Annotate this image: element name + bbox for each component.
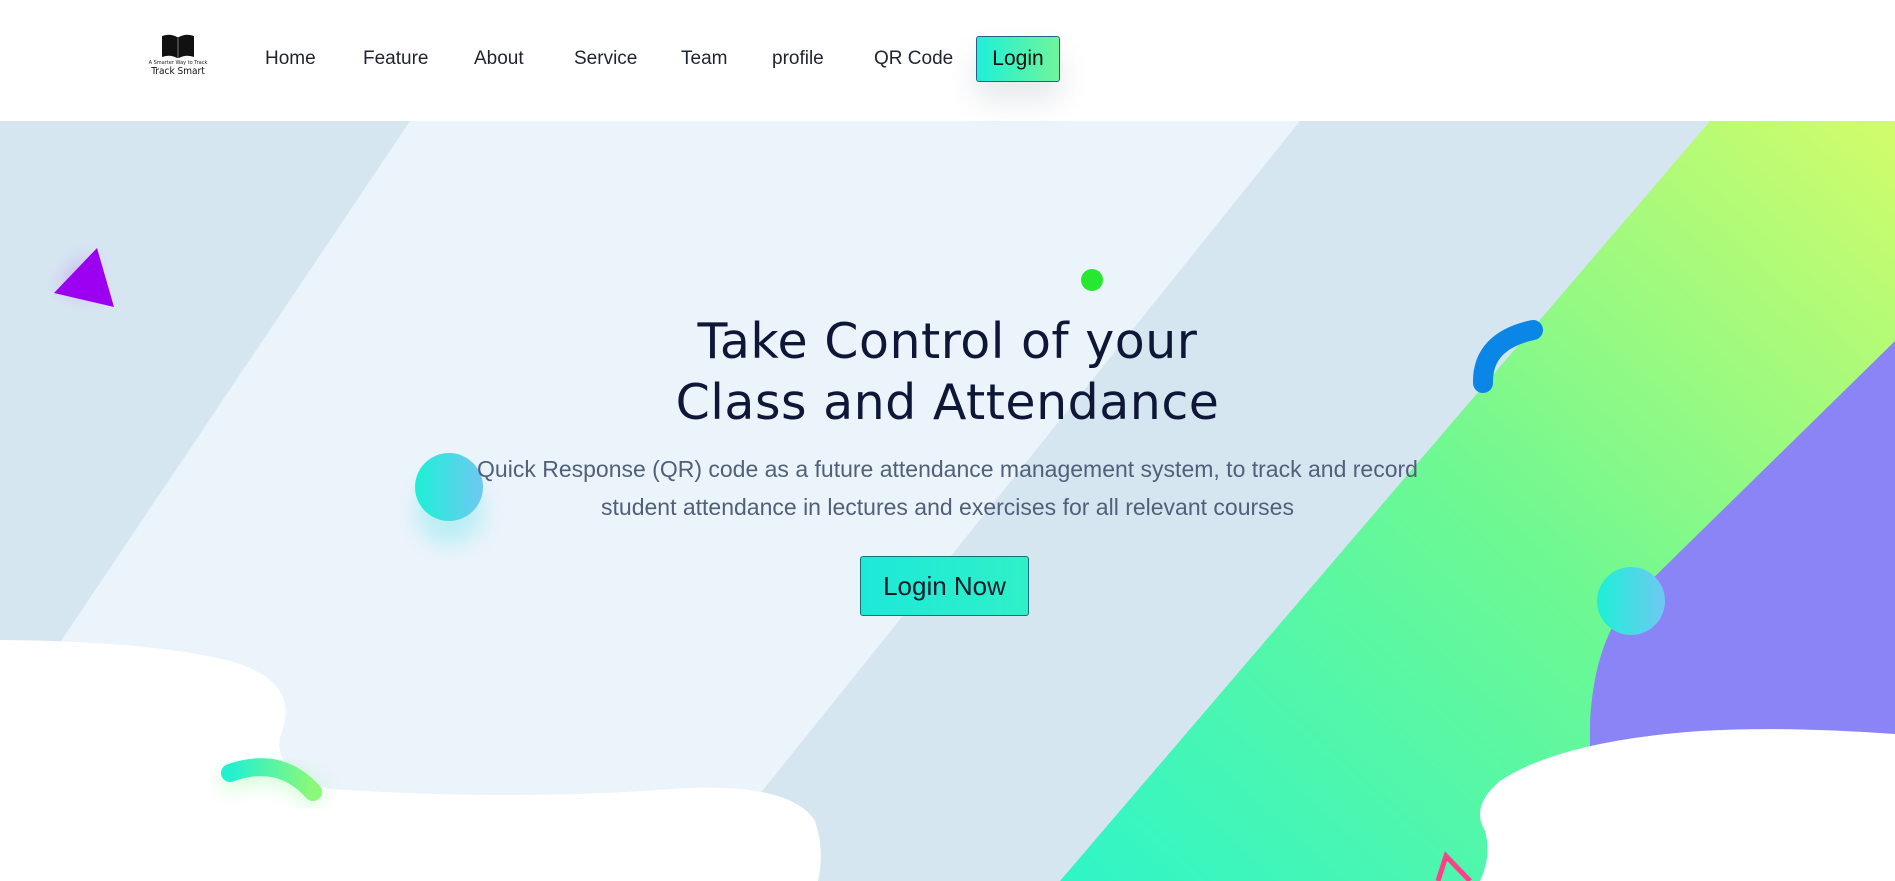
nav-profile[interactable]: profile xyxy=(772,48,824,70)
logo-brand: Track Smart xyxy=(151,66,205,77)
nav-home[interactable]: Home xyxy=(265,48,316,70)
hero-description: Quick Response (QR) code as a future att… xyxy=(0,450,1895,526)
nav-service[interactable]: Service xyxy=(574,48,637,70)
green-dot-icon xyxy=(1081,269,1103,291)
nav-about[interactable]: About xyxy=(474,48,524,70)
logo[interactable]: A Smarter Way to Track Track Smart xyxy=(149,32,207,84)
open-book-icon xyxy=(162,34,194,58)
login-now-button[interactable]: Login Now xyxy=(860,556,1029,616)
nav-feature[interactable]: Feature xyxy=(363,48,428,70)
hero-title: Take Control of your Class and Attendanc… xyxy=(0,311,1895,433)
hero-title-line1: Take Control of your xyxy=(697,313,1198,370)
nav-team[interactable]: Team xyxy=(681,48,727,70)
login-button[interactable]: Login xyxy=(976,36,1060,82)
hero-description-line1: Quick Response (QR) code as a future att… xyxy=(477,456,1418,482)
site-header: A Smarter Way to Track Track Smart Home … xyxy=(0,0,1895,121)
hero-title-line2: Class and Attendance xyxy=(675,374,1220,431)
hero-section: Take Control of your Class and Attendanc… xyxy=(0,121,1895,881)
green-arc-icon xyxy=(220,758,323,806)
nav-qr-code[interactable]: QR Code xyxy=(874,48,953,70)
hero-description-line2: student attendance in lectures and exerc… xyxy=(601,494,1294,520)
cyan-ball-right-icon xyxy=(1597,567,1665,635)
